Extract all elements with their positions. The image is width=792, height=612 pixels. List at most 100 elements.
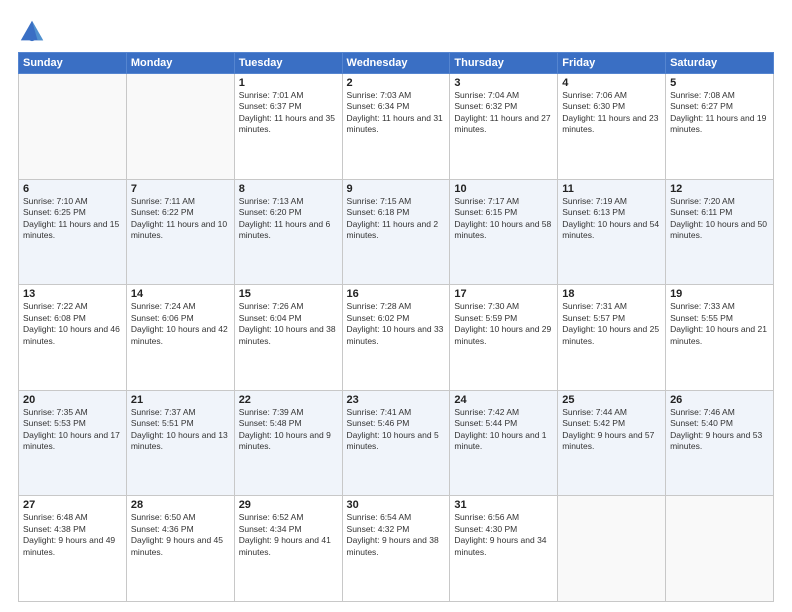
day-number: 16 (347, 288, 446, 300)
day-of-week-header: Monday (126, 53, 234, 74)
calendar-cell: 24Sunrise: 7:42 AMSunset: 5:44 PMDayligh… (450, 390, 558, 496)
cell-details: Sunrise: 7:28 AMSunset: 6:02 PMDaylight:… (347, 301, 446, 347)
calendar-header-row: SundayMondayTuesdayWednesdayThursdayFrid… (19, 53, 774, 74)
day-number: 8 (239, 183, 338, 195)
calendar-cell: 23Sunrise: 7:41 AMSunset: 5:46 PMDayligh… (342, 390, 450, 496)
calendar-cell: 11Sunrise: 7:19 AMSunset: 6:13 PMDayligh… (558, 179, 666, 285)
cell-details: Sunrise: 7:42 AMSunset: 5:44 PMDaylight:… (454, 407, 553, 453)
cell-details: Sunrise: 6:52 AMSunset: 4:34 PMDaylight:… (239, 512, 338, 558)
logo (18, 18, 50, 46)
calendar-cell: 4Sunrise: 7:06 AMSunset: 6:30 PMDaylight… (558, 74, 666, 180)
calendar-cell: 12Sunrise: 7:20 AMSunset: 6:11 PMDayligh… (666, 179, 774, 285)
calendar-cell: 22Sunrise: 7:39 AMSunset: 5:48 PMDayligh… (234, 390, 342, 496)
cell-details: Sunrise: 7:31 AMSunset: 5:57 PMDaylight:… (562, 301, 661, 347)
calendar-cell: 2Sunrise: 7:03 AMSunset: 6:34 PMDaylight… (342, 74, 450, 180)
day-of-week-header: Wednesday (342, 53, 450, 74)
page: SundayMondayTuesdayWednesdayThursdayFrid… (0, 0, 792, 612)
day-number: 23 (347, 394, 446, 406)
day-number: 26 (670, 394, 769, 406)
day-number: 17 (454, 288, 553, 300)
cell-details: Sunrise: 7:17 AMSunset: 6:15 PMDaylight:… (454, 196, 553, 242)
cell-details: Sunrise: 7:08 AMSunset: 6:27 PMDaylight:… (670, 90, 769, 136)
calendar-cell: 14Sunrise: 7:24 AMSunset: 6:06 PMDayligh… (126, 285, 234, 391)
cell-details: Sunrise: 7:11 AMSunset: 6:22 PMDaylight:… (131, 196, 230, 242)
cell-details: Sunrise: 7:35 AMSunset: 5:53 PMDaylight:… (23, 407, 122, 453)
cell-details: Sunrise: 7:03 AMSunset: 6:34 PMDaylight:… (347, 90, 446, 136)
day-number: 29 (239, 499, 338, 511)
calendar-cell: 27Sunrise: 6:48 AMSunset: 4:38 PMDayligh… (19, 496, 127, 602)
calendar-cell: 9Sunrise: 7:15 AMSunset: 6:18 PMDaylight… (342, 179, 450, 285)
day-number: 21 (131, 394, 230, 406)
day-number: 19 (670, 288, 769, 300)
day-number: 9 (347, 183, 446, 195)
cell-details: Sunrise: 6:50 AMSunset: 4:36 PMDaylight:… (131, 512, 230, 558)
calendar-cell: 31Sunrise: 6:56 AMSunset: 4:30 PMDayligh… (450, 496, 558, 602)
calendar-table: SundayMondayTuesdayWednesdayThursdayFrid… (18, 52, 774, 602)
cell-details: Sunrise: 7:04 AMSunset: 6:32 PMDaylight:… (454, 90, 553, 136)
calendar-week-row: 20Sunrise: 7:35 AMSunset: 5:53 PMDayligh… (19, 390, 774, 496)
calendar-cell: 1Sunrise: 7:01 AMSunset: 6:37 PMDaylight… (234, 74, 342, 180)
day-number: 13 (23, 288, 122, 300)
cell-details: Sunrise: 7:46 AMSunset: 5:40 PMDaylight:… (670, 407, 769, 453)
day-number: 4 (562, 77, 661, 89)
cell-details: Sunrise: 6:54 AMSunset: 4:32 PMDaylight:… (347, 512, 446, 558)
day-number: 1 (239, 77, 338, 89)
calendar-cell: 29Sunrise: 6:52 AMSunset: 4:34 PMDayligh… (234, 496, 342, 602)
day-of-week-header: Tuesday (234, 53, 342, 74)
calendar-cell: 3Sunrise: 7:04 AMSunset: 6:32 PMDaylight… (450, 74, 558, 180)
calendar-cell: 19Sunrise: 7:33 AMSunset: 5:55 PMDayligh… (666, 285, 774, 391)
calendar-cell: 8Sunrise: 7:13 AMSunset: 6:20 PMDaylight… (234, 179, 342, 285)
day-of-week-header: Sunday (19, 53, 127, 74)
calendar-cell (558, 496, 666, 602)
day-number: 20 (23, 394, 122, 406)
cell-details: Sunrise: 7:01 AMSunset: 6:37 PMDaylight:… (239, 90, 338, 136)
day-number: 5 (670, 77, 769, 89)
cell-details: Sunrise: 7:24 AMSunset: 6:06 PMDaylight:… (131, 301, 230, 347)
header (18, 18, 774, 46)
calendar-cell: 25Sunrise: 7:44 AMSunset: 5:42 PMDayligh… (558, 390, 666, 496)
cell-details: Sunrise: 7:13 AMSunset: 6:20 PMDaylight:… (239, 196, 338, 242)
day-number: 27 (23, 499, 122, 511)
calendar-cell: 13Sunrise: 7:22 AMSunset: 6:08 PMDayligh… (19, 285, 127, 391)
day-number: 12 (670, 183, 769, 195)
cell-details: Sunrise: 7:44 AMSunset: 5:42 PMDaylight:… (562, 407, 661, 453)
day-number: 24 (454, 394, 553, 406)
cell-details: Sunrise: 7:22 AMSunset: 6:08 PMDaylight:… (23, 301, 122, 347)
cell-details: Sunrise: 7:06 AMSunset: 6:30 PMDaylight:… (562, 90, 661, 136)
cell-details: Sunrise: 6:56 AMSunset: 4:30 PMDaylight:… (454, 512, 553, 558)
day-number: 11 (562, 183, 661, 195)
calendar-cell (126, 74, 234, 180)
day-number: 18 (562, 288, 661, 300)
day-number: 14 (131, 288, 230, 300)
calendar-cell: 26Sunrise: 7:46 AMSunset: 5:40 PMDayligh… (666, 390, 774, 496)
cell-details: Sunrise: 7:26 AMSunset: 6:04 PMDaylight:… (239, 301, 338, 347)
cell-details: Sunrise: 7:33 AMSunset: 5:55 PMDaylight:… (670, 301, 769, 347)
logo-icon (18, 18, 46, 46)
day-number: 6 (23, 183, 122, 195)
day-number: 3 (454, 77, 553, 89)
calendar-week-row: 27Sunrise: 6:48 AMSunset: 4:38 PMDayligh… (19, 496, 774, 602)
cell-details: Sunrise: 7:15 AMSunset: 6:18 PMDaylight:… (347, 196, 446, 242)
calendar-cell: 20Sunrise: 7:35 AMSunset: 5:53 PMDayligh… (19, 390, 127, 496)
day-of-week-header: Thursday (450, 53, 558, 74)
calendar-cell: 6Sunrise: 7:10 AMSunset: 6:25 PMDaylight… (19, 179, 127, 285)
calendar-cell: 7Sunrise: 7:11 AMSunset: 6:22 PMDaylight… (126, 179, 234, 285)
calendar-cell: 30Sunrise: 6:54 AMSunset: 4:32 PMDayligh… (342, 496, 450, 602)
cell-details: Sunrise: 7:37 AMSunset: 5:51 PMDaylight:… (131, 407, 230, 453)
calendar-cell (19, 74, 127, 180)
calendar-cell: 5Sunrise: 7:08 AMSunset: 6:27 PMDaylight… (666, 74, 774, 180)
cell-details: Sunrise: 7:20 AMSunset: 6:11 PMDaylight:… (670, 196, 769, 242)
calendar-cell: 17Sunrise: 7:30 AMSunset: 5:59 PMDayligh… (450, 285, 558, 391)
day-number: 7 (131, 183, 230, 195)
calendar-cell: 28Sunrise: 6:50 AMSunset: 4:36 PMDayligh… (126, 496, 234, 602)
day-number: 31 (454, 499, 553, 511)
day-of-week-header: Friday (558, 53, 666, 74)
day-number: 2 (347, 77, 446, 89)
calendar-cell: 21Sunrise: 7:37 AMSunset: 5:51 PMDayligh… (126, 390, 234, 496)
cell-details: Sunrise: 6:48 AMSunset: 4:38 PMDaylight:… (23, 512, 122, 558)
calendar-week-row: 13Sunrise: 7:22 AMSunset: 6:08 PMDayligh… (19, 285, 774, 391)
calendar-cell: 15Sunrise: 7:26 AMSunset: 6:04 PMDayligh… (234, 285, 342, 391)
calendar-week-row: 6Sunrise: 7:10 AMSunset: 6:25 PMDaylight… (19, 179, 774, 285)
day-number: 25 (562, 394, 661, 406)
day-number: 22 (239, 394, 338, 406)
